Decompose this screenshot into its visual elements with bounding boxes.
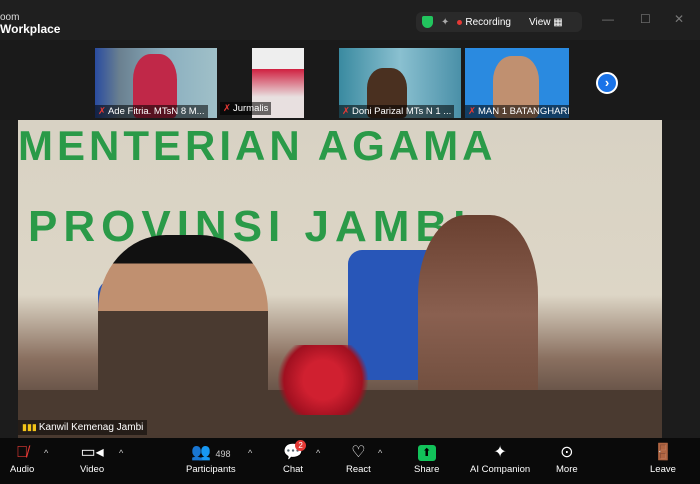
recording-dot-icon [457,19,463,25]
participant-name-tag: ✗ MAN 1 BATANGHARI [465,105,569,118]
speaker-name: Kanwil Kemenag Jambi [38,422,144,433]
flower-arrangement [268,345,378,415]
heart-icon: ♡ [351,444,366,461]
mic-muted-icon: ✗ [98,106,106,117]
participant-name: Ade Fitria. MTsN 8 M... [107,106,205,117]
chat-options-caret[interactable]: ^ [316,448,320,458]
maximize-button[interactable]: ☐ [640,12,651,26]
grid-icon: ▦ [553,16,563,28]
camera-icon: ▭◂ [80,444,104,461]
participant-thumbnail[interactable]: ✗ MAN 1 BATANGHARI [465,48,569,118]
participants-count: 498 [215,449,231,459]
audio-label: Audio [10,464,35,475]
participant-name: Doni Parizal MTs N 1 ... [351,106,452,117]
chat-button[interactable]: 💬 2 Chat [283,440,307,475]
ai-sparkle-icon: ✦ [493,444,507,461]
video-button[interactable]: ▭◂ Video [80,442,104,475]
meeting-toolbar: 🎙̸ Audio ^ ▭◂ Video ^ 👥 498 Participants ^ … [0,438,700,484]
audio-options-caret[interactable]: ^ [44,448,48,458]
recording-indicator[interactable]: Recording [457,17,511,28]
participant-thumbnail-strip: ✗ Ade Fitria. MTsN 8 M... ✗ Jurmalis ✗ Doni… [0,40,700,120]
meeting-status-bar: ✦ Recording View ▦ [416,12,582,32]
more-button[interactable]: ⊙ More [556,442,578,475]
share-label: Share [414,464,440,475]
video-sign-line2: PROVINSI JAMBI [28,202,472,251]
participants-icon: 👥 498 [191,444,231,461]
view-label: View [528,16,551,28]
participant-thumbnail[interactable]: ✗ Ade Fitria. MTsN 8 M... [95,48,217,118]
app-brand-line2: Workplace [0,22,61,36]
participant-name: MAN 1 BATANGHARI [477,106,569,117]
participant-name-tag: ✗ Doni Parizal MTs N 1 ... [339,105,455,118]
ai-companion-button[interactable]: ✦ AI Companion [470,442,530,475]
audio-button[interactable]: 🎙̸ Audio [10,442,34,475]
mic-muted-icon: ✗ [468,106,476,117]
chat-badge: 2 [295,440,307,451]
speaker-female [418,215,538,415]
video-label: Video [80,464,105,475]
participants-button[interactable]: 👥 498 Participants [186,442,236,475]
security-shield-icon[interactable] [422,16,433,28]
minimize-button[interactable]: — [602,12,614,26]
speaker-name-tag: ▮▮▮ Kanwil Kemenag Jambi [18,420,148,435]
video-sign-line1: MENTERIAN AGAMA [18,122,497,169]
mic-muted-icon: 🎙̸ [16,444,29,461]
chat-icon: 💬 2 [283,440,307,464]
react-button[interactable]: ♡ React [346,442,371,475]
more-icon: ⊙ [560,444,574,461]
share-arrow-icon: ⬆ [417,445,436,461]
mic-muted-icon: ✗ [223,103,231,114]
close-button[interactable]: ✕ [674,12,684,26]
participants-options-caret[interactable]: ^ [248,448,252,458]
participant-name: Jurmalis [232,103,269,114]
title-bar: oom Workplace ✦ Recording View ▦ — ☐ ✕ [0,0,700,40]
react-options-caret[interactable]: ^ [378,448,382,458]
participant-name-tag: ✗ Jurmalis [220,102,272,115]
leave-button[interactable]: 🚪 Leave [650,442,676,475]
ai-companion-label: AI Companion [470,464,531,475]
video-options-caret[interactable]: ^ [119,448,123,458]
main-video: MENTERIAN AGAMA PROVINSI JAMBI ▮▮▮ Kanwil… [18,120,662,438]
signal-bars-icon: ▮▮▮ [22,422,37,432]
mic-muted-icon: ✗ [342,106,350,117]
react-label: React [346,464,371,475]
recording-label: Recording [465,16,511,28]
participant-name-tag: ✗ Ade Fitria. MTsN 8 M... [95,105,208,118]
share-button[interactable]: ⬆ Share [414,442,439,475]
more-label: More [556,464,578,475]
leave-icon: 🚪 [652,444,673,461]
next-page-button[interactable]: › [596,72,618,94]
chat-label: Chat [283,464,304,475]
participants-label: Participants [186,464,236,475]
leave-label: Leave [650,464,676,475]
view-button[interactable]: View ▦ [529,17,563,28]
sparkle-icon[interactable]: ✦ [441,17,449,28]
participant-thumbnail[interactable]: ✗ Doni Parizal MTs N 1 ... [339,48,461,118]
